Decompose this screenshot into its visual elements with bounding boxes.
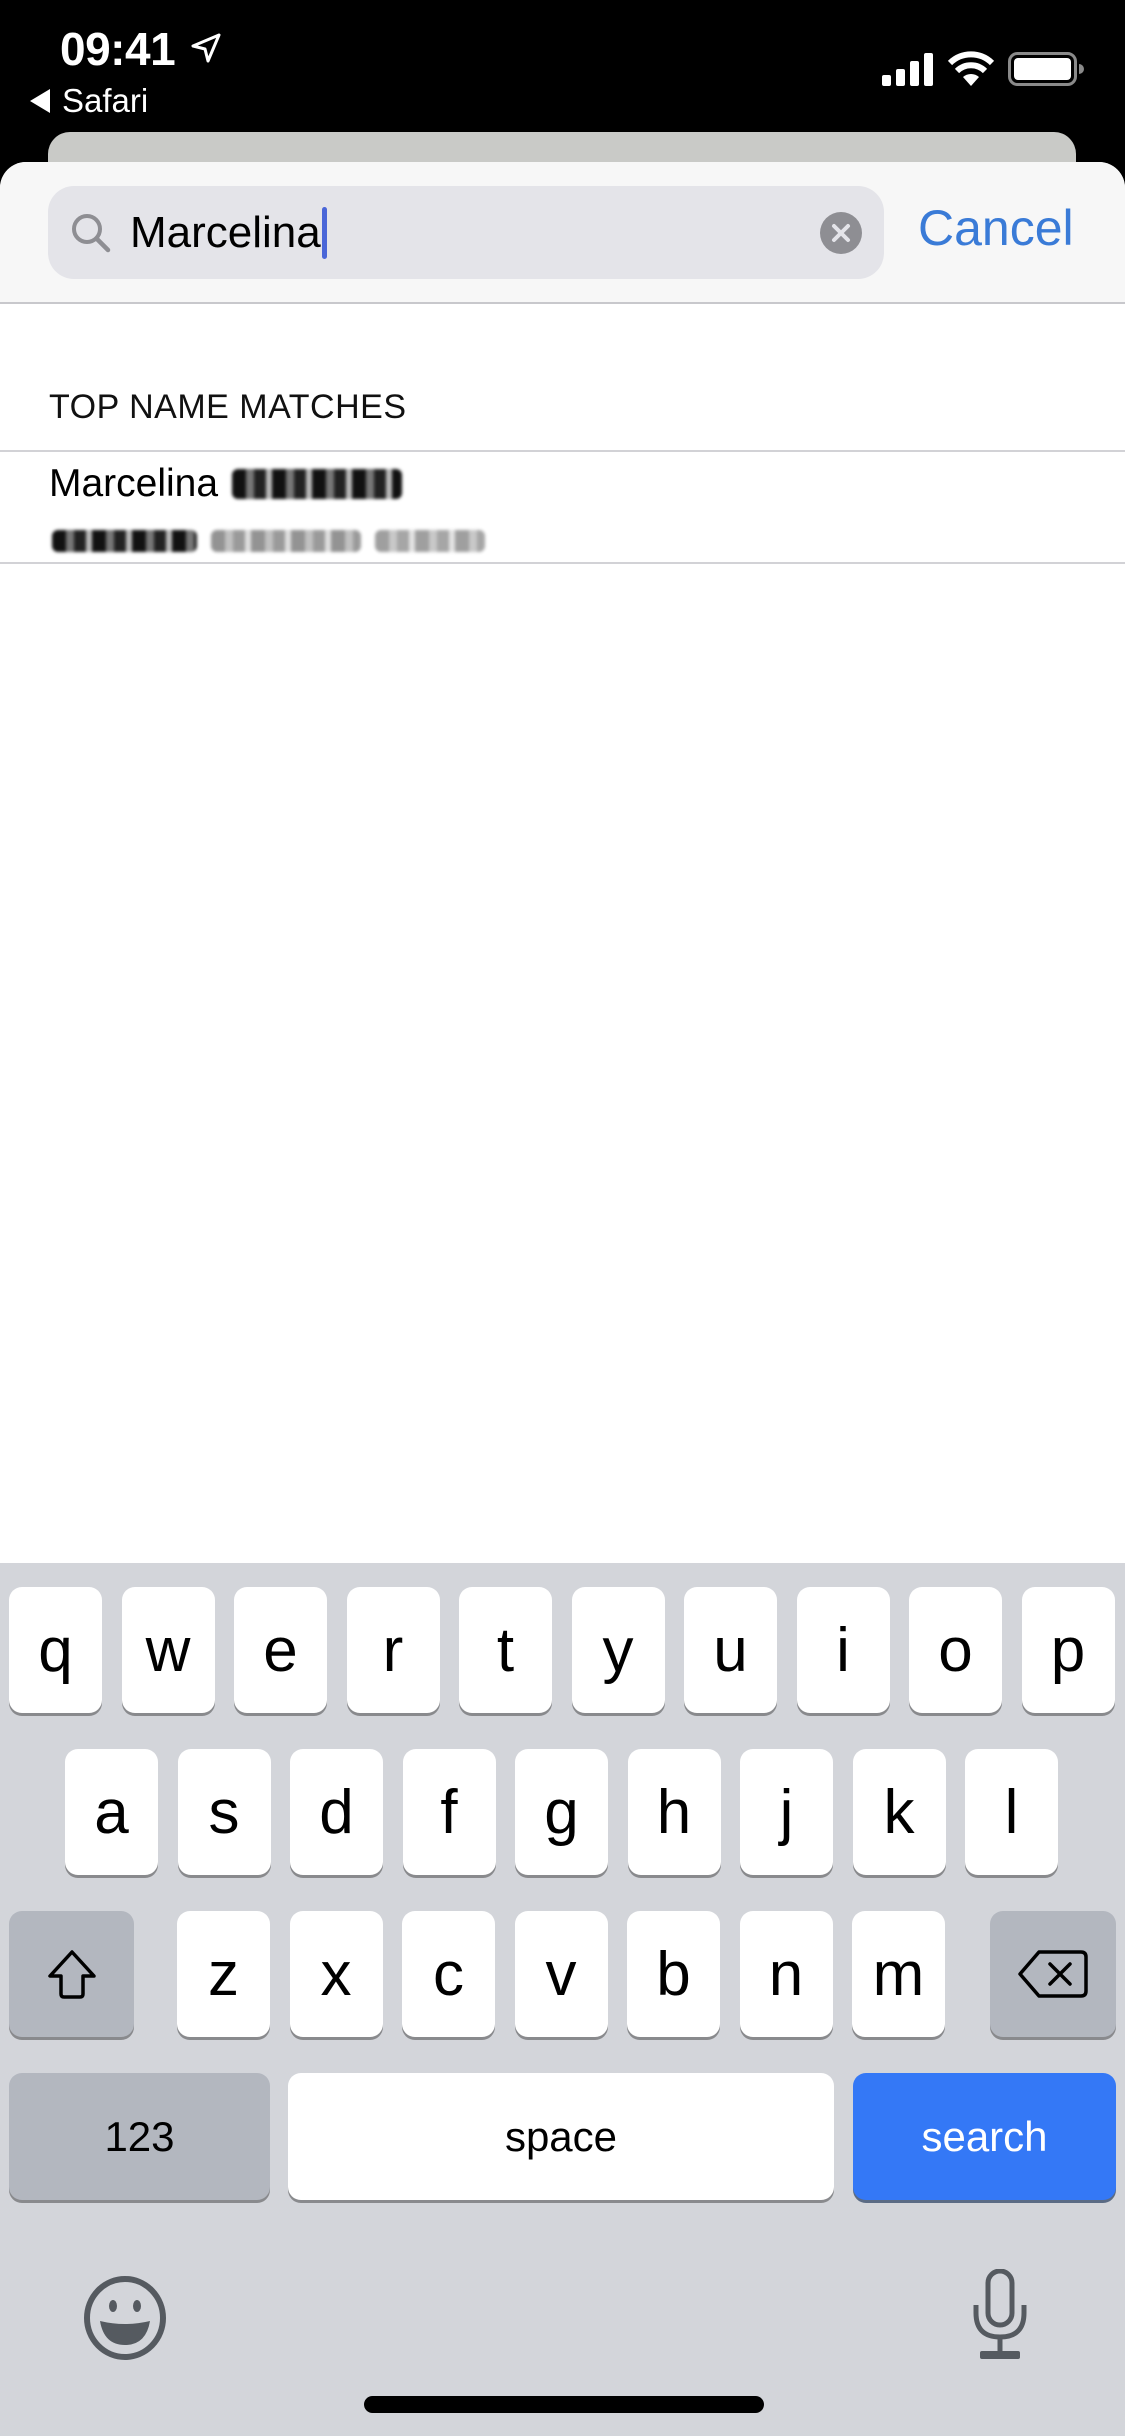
key-j[interactable]: j xyxy=(740,1749,833,1875)
home-indicator[interactable] xyxy=(364,2396,764,2413)
key-q[interactable]: q xyxy=(9,1587,102,1713)
search-key[interactable]: search xyxy=(853,2073,1116,2200)
back-triangle-icon xyxy=(30,89,50,113)
result-first-name: Marcelina xyxy=(49,462,219,505)
key-v[interactable]: v xyxy=(514,1911,608,2037)
key-s[interactable]: s xyxy=(177,1749,271,1875)
clear-search-button[interactable] xyxy=(820,212,862,254)
search-icon xyxy=(72,214,111,253)
key-a[interactable]: a xyxy=(65,1749,158,1875)
key-t[interactable]: t xyxy=(459,1587,552,1713)
key-u[interactable]: u xyxy=(684,1587,777,1713)
search-sheet: Marcelina Cancel TOP NAME MATCHES Marcel… xyxy=(0,162,1125,1582)
key-d[interactable]: d xyxy=(290,1749,383,1875)
text-cursor xyxy=(321,207,327,259)
key-k[interactable]: k xyxy=(852,1749,946,1875)
key-b[interactable]: b xyxy=(627,1911,720,2037)
cancel-button[interactable]: Cancel xyxy=(918,198,1074,258)
key-p[interactable]: p xyxy=(1021,1587,1115,1713)
back-to-safari-button[interactable]: Safari xyxy=(30,82,148,120)
key-g[interactable]: g xyxy=(515,1749,608,1875)
redacted-text xyxy=(375,530,485,552)
battery-full-icon xyxy=(1008,52,1084,86)
signal-bars-icon xyxy=(882,53,933,86)
status-time: 09:41 xyxy=(60,23,176,75)
microphone-icon[interactable] xyxy=(970,2269,1030,2361)
key-c[interactable]: c xyxy=(402,1911,495,2037)
redacted-text xyxy=(211,530,361,552)
redacted-last-name xyxy=(232,469,403,499)
search-input[interactable]: Marcelina xyxy=(48,186,884,279)
key-n[interactable]: n xyxy=(739,1911,833,2037)
key-l[interactable]: l xyxy=(965,1749,1058,1875)
wifi-icon xyxy=(947,51,995,86)
shift-arrow-icon xyxy=(47,1950,96,1999)
clear-icon xyxy=(832,224,850,242)
search-input-value: Marcelina xyxy=(130,206,327,260)
backspace-icon xyxy=(1018,1950,1088,1998)
key-x[interactable]: x xyxy=(289,1911,383,2037)
key-f[interactable]: f xyxy=(402,1749,496,1875)
key-i[interactable]: i xyxy=(796,1587,890,1713)
key-h[interactable]: h xyxy=(627,1749,721,1875)
key-r[interactable]: r xyxy=(346,1587,440,1713)
key-e[interactable]: e xyxy=(234,1587,327,1713)
space-key[interactable]: space xyxy=(288,2073,834,2200)
key-w[interactable]: w xyxy=(121,1587,215,1713)
numbers-key[interactable]: 123 xyxy=(9,2073,270,2200)
redacted-text xyxy=(52,530,197,552)
divider xyxy=(0,562,1125,564)
key-y[interactable]: y xyxy=(571,1587,665,1713)
key-m[interactable]: m xyxy=(852,1911,945,2037)
key-z[interactable]: z xyxy=(177,1911,270,2037)
keyboard: qwertyuiop asdfghjkl zxcvbnm 123 space s… xyxy=(0,1563,1125,2436)
result-subtitle-redacted xyxy=(52,526,485,556)
key-o[interactable]: o xyxy=(909,1587,1002,1713)
emoji-icon[interactable] xyxy=(80,2275,170,2361)
section-header-top-name-matches: TOP NAME MATCHES xyxy=(49,388,407,426)
divider xyxy=(0,450,1125,452)
search-header: Marcelina Cancel xyxy=(0,162,1125,304)
back-app-label: Safari xyxy=(62,82,149,119)
shift-key[interactable] xyxy=(9,1911,134,2037)
result-name: Marcelina xyxy=(49,462,403,506)
delete-key[interactable] xyxy=(990,1911,1116,2037)
location-arrow-icon xyxy=(191,33,221,63)
